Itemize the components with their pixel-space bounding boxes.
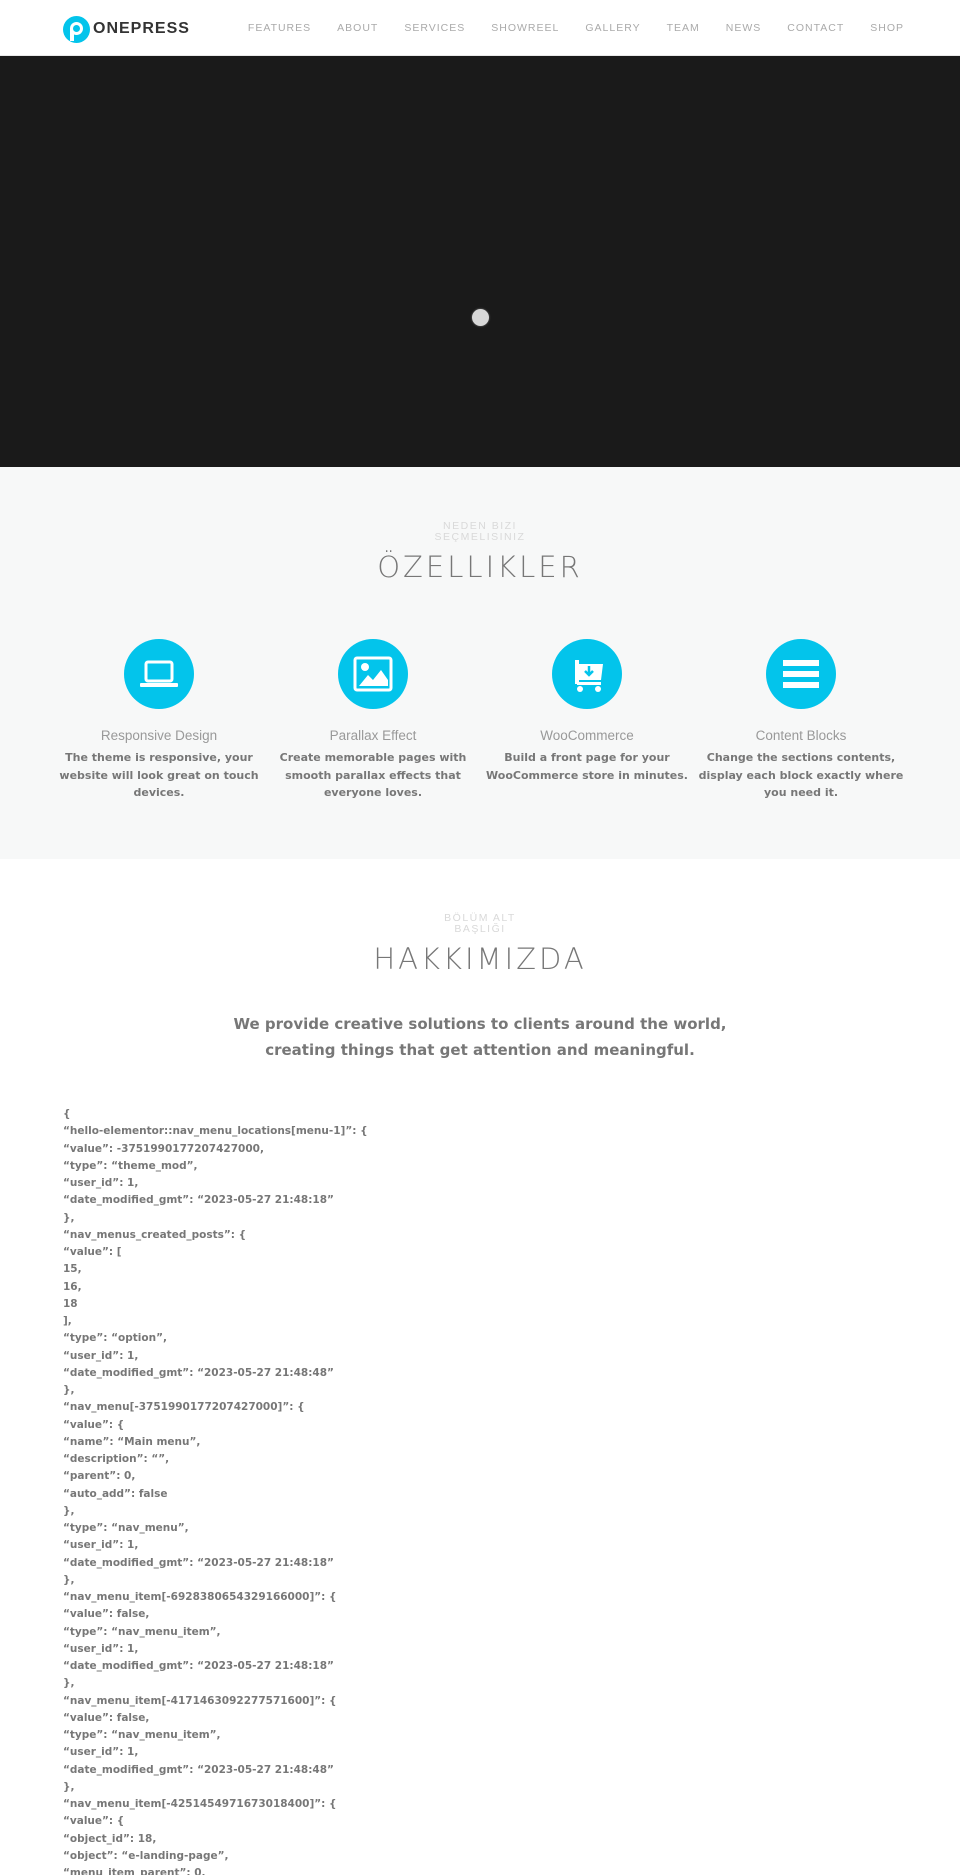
content-line: “parent”: 0, bbox=[63, 1470, 136, 1483]
content-line: “menu_item_parent”: 0, bbox=[63, 1867, 206, 1875]
nav-item-news[interactable]: NEWS bbox=[726, 22, 762, 34]
feature-description: Change the sections contents, display ea… bbox=[698, 751, 904, 799]
nav-item-about[interactable]: ABOUT bbox=[337, 22, 378, 34]
features-subtitle-line2: SEÇMELISINIZ bbox=[434, 531, 526, 543]
about-subtitle: BÖLÜM ALT BAŞLIĞI bbox=[0, 913, 960, 935]
about-lead-text: We provide creative solutions to clients… bbox=[0, 1012, 960, 1063]
cart-download-icon bbox=[569, 660, 603, 692]
about-content-text: {“hello-elementor::nav_menu_locations[me… bbox=[63, 1106, 903, 1875]
content-line: “hello-elementor::nav_menu_locations[men… bbox=[63, 1125, 368, 1138]
site-logo[interactable]: ONEPRESS bbox=[63, 15, 190, 43]
laptop-icon bbox=[140, 660, 178, 687]
bars-icon bbox=[783, 660, 819, 688]
content-line: “user_id”: 1, bbox=[63, 1349, 139, 1362]
content-line: “nav_menu_item[-6928380654329166000]”: { bbox=[63, 1591, 337, 1603]
nav-item-services[interactable]: SERVICES bbox=[404, 22, 465, 34]
content-line: “type”: “nav_menu_item”, bbox=[63, 1729, 221, 1741]
hero-section bbox=[0, 56, 960, 467]
feature-icon-circle bbox=[766, 639, 836, 709]
image-icon bbox=[353, 656, 393, 692]
content-line: “user_id”: 1, bbox=[63, 1642, 139, 1655]
content-line: “nav_menu_item[-4171463092277571600]”: { bbox=[63, 1694, 337, 1707]
content-line: “date_modified_gmt”: “2023-05-27 21:48:1… bbox=[63, 1556, 334, 1569]
about-section: BÖLÜM ALT BAŞLIĞI HAKKIMIZDA We provide … bbox=[0, 859, 960, 1875]
about-lead-line2: creating things that get attention and m… bbox=[265, 1040, 695, 1059]
content-line: }, bbox=[63, 1504, 75, 1517]
nav-item-team[interactable]: TEAM bbox=[667, 22, 700, 34]
content-line: 15, bbox=[63, 1263, 82, 1276]
content-line: “value”: false, bbox=[63, 1711, 150, 1724]
content-line: “type”: “nav_menu”, bbox=[63, 1522, 189, 1534]
onepress-logo-icon bbox=[63, 15, 90, 43]
content-line: }, bbox=[63, 1384, 75, 1396]
feature-title: Responsive Design bbox=[100, 728, 218, 743]
nav-item-gallery[interactable]: GALLERY bbox=[585, 22, 640, 34]
feature-icon-circle bbox=[552, 639, 622, 709]
about-subtitle-line2: BAŞLIĞI bbox=[454, 923, 506, 935]
feature-icon-circle bbox=[338, 639, 408, 709]
content-line: { bbox=[63, 1108, 71, 1120]
content-line: 16, bbox=[63, 1280, 82, 1293]
feature-item: Content Blocks Change the sections conte… bbox=[694, 639, 908, 802]
about-lead-line1: We provide creative solutions to clients… bbox=[233, 1015, 727, 1033]
content-line: “user_id”: 1, bbox=[63, 1177, 139, 1189]
content-line: “user_id”: 1, bbox=[63, 1539, 139, 1552]
features-title: ÖZELLIKLER bbox=[377, 550, 583, 584]
feature-item: WooCommerce Build a front page for your … bbox=[480, 639, 694, 784]
content-line: “type”: “nav_menu_item”, bbox=[63, 1625, 221, 1638]
about-title: HAKKIMIZDA bbox=[373, 942, 587, 976]
content-line: “auto_add”: false bbox=[63, 1487, 168, 1500]
nav-item-shop[interactable]: SHOP bbox=[870, 22, 904, 34]
nav-item-showreel[interactable]: SHOWREEL bbox=[491, 22, 559, 34]
content-line: “description”: “”, bbox=[63, 1453, 170, 1465]
feature-icon-circle bbox=[124, 639, 194, 709]
content-line: “user_id”: 1, bbox=[63, 1746, 139, 1759]
content-line: “date_modified_gmt”: “2023-05-27 21:48:1… bbox=[63, 1660, 334, 1672]
nav-item-features[interactable]: FEATURES bbox=[248, 22, 311, 34]
features-subtitle: NEDEN BIZI SEÇMELISINIZ bbox=[0, 521, 960, 543]
content-line: “date_modified_gmt”: “2023-05-27 21:48:1… bbox=[63, 1194, 334, 1207]
features-section: NEDEN BIZI SEÇMELISINIZ ÖZELLIKLER Respo… bbox=[0, 467, 960, 859]
content-line: “type”: “theme_mod”, bbox=[63, 1159, 198, 1172]
main-navigation: FEATURES ABOUT SERVICES SHOWREEL GALLERY… bbox=[222, 0, 904, 56]
feature-title: Content Blocks bbox=[755, 728, 847, 743]
content-line: 18 bbox=[63, 1297, 78, 1310]
content-line: }, bbox=[63, 1677, 75, 1690]
feature-description: The theme is responsive, your website wi… bbox=[59, 751, 259, 799]
nav-item-contact[interactable]: CONTACT bbox=[787, 22, 844, 34]
feature-item: Responsive Design The theme is responsiv… bbox=[52, 639, 266, 802]
logo-text: ONEPRESS bbox=[93, 20, 190, 37]
content-line: ], bbox=[63, 1315, 72, 1327]
content-line: “date_modified_gmt”: “2023-05-27 21:48:4… bbox=[63, 1763, 334, 1776]
content-line: “value”: false, bbox=[63, 1608, 150, 1621]
content-line: “date_modified_gmt”: “2023-05-27 21:48:4… bbox=[63, 1366, 334, 1379]
content-line: “value”: { bbox=[63, 1815, 125, 1828]
content-line: “nav_menus_created_posts”: { bbox=[63, 1228, 247, 1241]
content-line: “value”: { bbox=[63, 1418, 125, 1431]
content-line: “value”: -3751990177207427000, bbox=[63, 1142, 264, 1155]
feature-description: Create memorable pages with smooth paral… bbox=[279, 751, 467, 799]
feature-item: Parallax Effect Create memorable pages w… bbox=[266, 639, 480, 802]
feature-title: Parallax Effect bbox=[329, 728, 417, 743]
content-line: “value”: [ bbox=[63, 1246, 122, 1258]
content-line: “name”: “Main menu”, bbox=[63, 1435, 201, 1448]
content-line: }, bbox=[63, 1780, 75, 1793]
feature-description: Build a front page for your WooCommerce … bbox=[486, 751, 688, 782]
content-line: “nav_menu[-3751990177207427000]”: { bbox=[63, 1401, 305, 1414]
content-line: }, bbox=[63, 1573, 75, 1586]
feature-title: WooCommerce bbox=[540, 728, 634, 743]
content-line: “object”: “e-landing-page”, bbox=[63, 1849, 229, 1862]
content-line: “nav_menu_item[-4251454971673018400]”: { bbox=[63, 1798, 337, 1810]
content-line: “type”: “option”, bbox=[63, 1332, 167, 1345]
content-line: “object_id”: 18, bbox=[63, 1832, 157, 1845]
loading-spinner-icon bbox=[472, 309, 489, 326]
site-header: ONEPRESS FEATURES ABOUT SERVICES SHOWREE… bbox=[0, 0, 960, 56]
content-line: }, bbox=[63, 1211, 75, 1224]
